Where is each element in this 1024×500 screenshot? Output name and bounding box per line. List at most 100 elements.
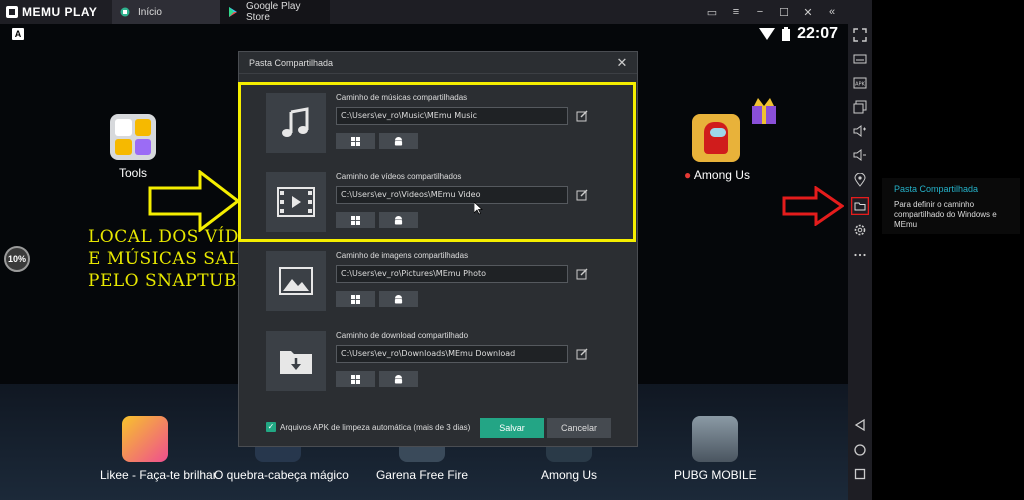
cancel-button[interactable]: Cancelar <box>547 418 611 438</box>
close-icon[interactable]: ✕ <box>802 6 814 19</box>
title-bar: MEMU PLAY Início Google Play Store ▭ ≡ −… <box>0 0 848 24</box>
edit-icon[interactable] <box>576 189 588 201</box>
app-label: O quebra-cabeça mágico <box>214 468 349 482</box>
maximize-icon[interactable]: ☐ <box>778 6 790 19</box>
row-label: Caminho de vídeos compartilhados <box>336 172 462 181</box>
shared-download-row: Caminho de download compartilhado C:\Use… <box>266 331 616 393</box>
clock: 22:07 <box>797 25 838 42</box>
home-tab-icon <box>120 7 130 17</box>
app-label: Among Us <box>540 468 598 482</box>
tools-folder-icon <box>110 114 156 160</box>
tab-google-play-store[interactable]: Google Play Store <box>220 0 330 24</box>
open-android-folder-button[interactable] <box>379 133 418 149</box>
google-play-icon <box>229 7 237 17</box>
auto-clean-checkbox[interactable]: ✓ <box>266 422 276 432</box>
fullscreen-icon[interactable] <box>853 28 867 42</box>
app-label: Garena Free Fire <box>375 468 469 482</box>
open-windows-folder-button[interactable] <box>336 371 375 387</box>
tab-inicio[interactable]: Início <box>112 0 220 24</box>
open-android-folder-button[interactable] <box>379 291 418 307</box>
memu-logo-icon <box>6 6 18 18</box>
music-icon <box>266 93 326 153</box>
row-label: Caminho de download compartilhado <box>336 331 469 340</box>
auto-clean-label: Arquivos APK de limpeza automática (mais… <box>280 423 471 432</box>
app-label: Likee - Faça-te brilhar <box>100 468 217 482</box>
app-label: ● Among Us <box>684 168 750 182</box>
edit-icon[interactable] <box>576 110 588 122</box>
window-controls: ▭ ≡ − ☐ ✕ « <box>706 0 848 24</box>
hamburger-menu-icon[interactable]: ≡ <box>730 6 742 18</box>
likee-icon <box>122 416 168 462</box>
windows-icon <box>351 374 360 384</box>
windows-icon <box>351 136 360 146</box>
app-among-us-top[interactable]: ● Among Us <box>684 114 750 182</box>
location-icon[interactable] <box>853 173 867 187</box>
dialog-title: Pasta Compartilhada <box>249 57 334 68</box>
keyboard-icon[interactable] <box>853 52 867 66</box>
progress-badge[interactable]: 10% <box>4 246 30 272</box>
settings-icon[interactable] <box>853 223 867 237</box>
more-options-icon[interactable] <box>853 248 867 262</box>
app-label: PUBG MOBILE <box>674 468 757 482</box>
edit-icon[interactable] <box>576 348 588 360</box>
video-icon <box>266 172 326 232</box>
android-icon <box>394 374 403 384</box>
collapse-sidebar-icon[interactable]: « <box>826 6 838 18</box>
home-icon[interactable] <box>853 443 867 457</box>
memu-window: MEMU PLAY Início Google Play Store ▭ ≡ −… <box>0 0 1024 500</box>
download-folder-icon <box>266 331 326 391</box>
right-toolbar: APK <box>848 0 872 500</box>
battery-icon <box>782 27 791 41</box>
shared-folder-icon[interactable] <box>851 197 869 215</box>
tooltip-title: Pasta Compartilhada <box>894 184 979 194</box>
svg-text:APK: APK <box>855 82 865 88</box>
open-windows-folder-button[interactable] <box>336 133 375 149</box>
shared-folder-dialog: Pasta Compartilhada ✕ Caminho de músicas… <box>238 51 638 447</box>
tab-label: Início <box>138 6 162 18</box>
shared-images-row: Caminho de imagens compartilhadas C:\Use… <box>266 251 616 313</box>
app-pubg-mobile[interactable]: PUBG MOBILE <box>674 416 757 482</box>
open-android-folder-button[interactable] <box>379 371 418 387</box>
edit-icon[interactable] <box>576 268 588 280</box>
video-path-field[interactable]: C:\Users\ev_ro\Videos\MEmu Video <box>336 186 568 204</box>
save-button[interactable]: Salvar <box>480 418 544 438</box>
open-windows-folder-button[interactable] <box>336 291 375 307</box>
wifi-icon <box>759 28 776 40</box>
open-android-folder-button[interactable] <box>379 212 418 228</box>
multi-window-icon[interactable] <box>853 100 867 114</box>
image-icon <box>266 251 326 311</box>
keyboard-mode-icon[interactable]: ▭ <box>706 6 718 19</box>
volume-down-icon[interactable] <box>853 148 867 162</box>
tab-label: Google Play Store <box>246 1 301 23</box>
among-us-icon <box>692 114 740 162</box>
row-label: Caminho de músicas compartilhadas <box>336 93 468 102</box>
shared-folder-tooltip: Pasta Compartilhada Para definir o camin… <box>882 178 1020 234</box>
outer-background <box>872 0 1024 500</box>
android-icon <box>394 136 403 146</box>
red-arrow-icon <box>782 186 844 226</box>
tooltip-description: Para definir o caminho compartilhado do … <box>894 200 997 229</box>
shared-video-row: Caminho de vídeos compartilhados C:\User… <box>266 172 616 234</box>
android-icon <box>394 294 403 304</box>
apk-icon[interactable]: APK <box>853 76 867 90</box>
dialog-footer: ✓ Arquivos APK de limpeza automática (ma… <box>239 416 637 438</box>
download-path-field[interactable]: C:\Users\ev_ro\Downloads\MEmu Download <box>336 345 568 363</box>
minimize-icon[interactable]: − <box>754 6 766 18</box>
dialog-header: Pasta Compartilhada ✕ <box>239 52 637 74</box>
open-windows-folder-button[interactable] <box>336 212 375 228</box>
app-likee[interactable]: Likee - Faça-te brilhar <box>100 416 217 482</box>
music-path-field[interactable]: C:\Users\ev_ro\Music\MEmu Music <box>336 107 568 125</box>
android-icon <box>394 215 403 225</box>
notification-badge: A <box>12 28 24 40</box>
images-path-field[interactable]: C:\Users\ev_ro\Pictures\MEmu Photo <box>336 265 568 283</box>
dialog-close-icon[interactable]: ✕ <box>615 56 629 70</box>
back-icon[interactable] <box>853 418 867 432</box>
recent-apps-icon[interactable] <box>853 467 867 481</box>
shared-music-row: Caminho de músicas compartilhadas C:\Use… <box>266 93 616 155</box>
memu-logo: MEMU PLAY <box>0 0 112 24</box>
gift-icon[interactable] <box>750 96 778 126</box>
volume-up-icon[interactable] <box>853 124 867 138</box>
status-bar: 22:07 <box>759 24 838 44</box>
windows-icon <box>351 294 360 304</box>
app-name: MEMU PLAY <box>22 5 98 19</box>
